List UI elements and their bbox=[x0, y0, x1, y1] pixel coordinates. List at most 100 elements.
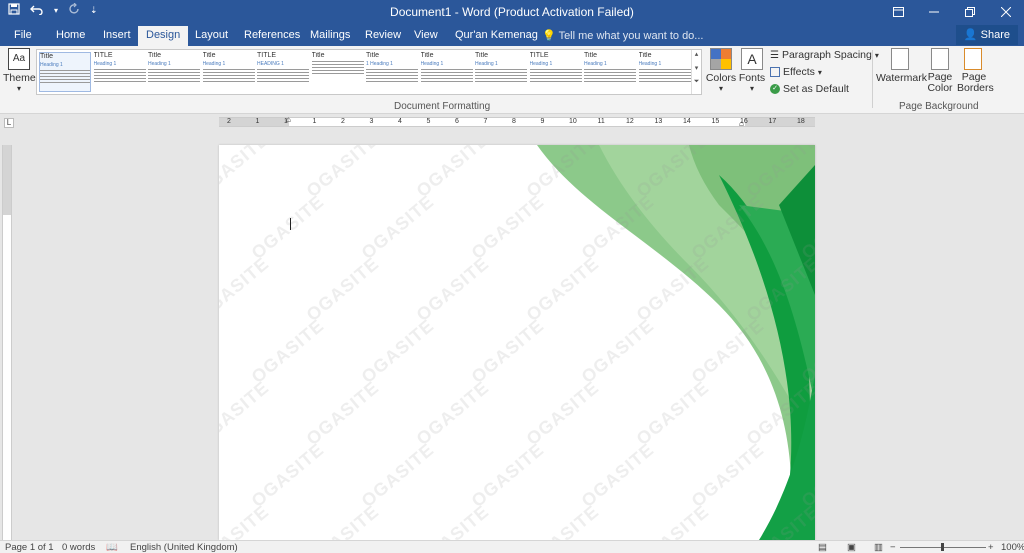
word-count[interactable]: 0 words bbox=[62, 542, 95, 553]
ruler-tick: 2 bbox=[227, 118, 231, 125]
tab-design[interactable]: Design bbox=[138, 26, 189, 46]
zoom-in-icon[interactable]: + bbox=[988, 542, 994, 553]
style-set-title: TITLE bbox=[93, 52, 113, 59]
style-set-item[interactable]: Title Heading 1 bbox=[420, 52, 473, 92]
page-color-button[interactable]: Page Color bbox=[924, 48, 956, 94]
ruler-tick: 10 bbox=[569, 118, 577, 125]
style-set-preview-lines bbox=[93, 69, 146, 82]
style-set-item[interactable]: TITLE Heading 1 bbox=[529, 52, 582, 92]
style-set-preview-lines bbox=[584, 69, 636, 82]
restore-icon[interactable] bbox=[952, 0, 988, 24]
status-bar: Page 1 of 1 0 words 📖 English (United Ki… bbox=[0, 540, 1024, 553]
ribbon-display-options-icon[interactable] bbox=[880, 0, 916, 24]
horizontal-ruler[interactable]: 2 1 1 1 2 3 4 5 6 7 8 9 10 11 12 13 14 15 16 17 18 ⌂ ⌂ bbox=[219, 116, 815, 128]
tab-mailings[interactable]: Mailings bbox=[302, 26, 358, 46]
scroll-up-icon[interactable]: ▴ bbox=[692, 50, 701, 64]
themes-icon: Aa bbox=[8, 48, 30, 70]
ribbon-tab-bar: File Home Insert Design Layout Reference… bbox=[0, 24, 1024, 46]
window-title: Document1 - Word (Product Activation Fai… bbox=[390, 5, 634, 19]
ruler-tick: 8 bbox=[512, 118, 516, 125]
tab-view[interactable]: View bbox=[406, 26, 446, 46]
style-set-item[interactable]: Title Heading 1 bbox=[39, 52, 91, 92]
chevron-down-icon: ▾ bbox=[718, 84, 723, 93]
ruler-tick: 14 bbox=[683, 118, 691, 125]
style-set-item[interactable]: TITLE HEADING 1 bbox=[257, 52, 309, 92]
page-color-icon bbox=[931, 48, 949, 70]
style-set-heading: Heading 1 bbox=[584, 61, 607, 67]
group-label-document-formatting: Document Formatting bbox=[394, 101, 491, 112]
ruler-tick: 4 bbox=[398, 118, 402, 125]
gallery-more-icon[interactable]: ⏷ bbox=[692, 78, 701, 92]
ruler-tick: 1 bbox=[255, 118, 260, 125]
scroll-down-icon[interactable]: ▾ bbox=[692, 64, 701, 78]
effects-button[interactable]: Effects ▾ bbox=[770, 66, 822, 78]
print-layout-icon[interactable]: ▣ bbox=[847, 542, 856, 553]
close-icon[interactable] bbox=[988, 0, 1024, 24]
tab-insert[interactable]: Insert bbox=[95, 26, 139, 46]
style-set-heading: Heading 1 bbox=[638, 61, 662, 67]
tab-selector[interactable]: L bbox=[4, 118, 14, 128]
style-set-heading: Heading 1 bbox=[475, 61, 498, 67]
share-button[interactable]: 👤 Share bbox=[955, 25, 1018, 45]
tab-home[interactable]: Home bbox=[48, 26, 93, 46]
style-set-item[interactable]: TITLE Heading 1 bbox=[93, 52, 146, 92]
ruler-top-margin bbox=[3, 145, 11, 215]
indent-marker-icon[interactable]: ⌂ bbox=[286, 116, 291, 124]
style-set-preview-lines bbox=[311, 61, 364, 74]
document-page[interactable]: OGASITE OGASITE OGASITE OGASITE OGASITE OGASI… bbox=[219, 145, 815, 540]
style-set-gallery[interactable]: Title Heading 1 TITLE Heading 1 Title Heading… bbox=[36, 49, 702, 95]
tab-file[interactable]: File bbox=[6, 26, 40, 46]
ruler-tick: 1 bbox=[312, 118, 317, 125]
themes-button[interactable]: Aa Themes ▾ bbox=[3, 48, 41, 93]
style-set-title: Title bbox=[584, 52, 597, 59]
proofing-icon[interactable]: 📖 bbox=[106, 542, 118, 553]
style-set-item[interactable]: Title Heading 1 bbox=[148, 52, 200, 92]
colors-icon bbox=[710, 48, 732, 70]
style-set-item[interactable]: Title Heading 1 bbox=[202, 52, 255, 92]
right-indent-marker-icon[interactable]: ⌂ bbox=[739, 120, 744, 128]
fonts-button[interactable]: A Fonts ▾ bbox=[738, 48, 766, 93]
ruler-tick: 2 bbox=[341, 118, 345, 125]
ruler-tick: 3 bbox=[369, 118, 374, 125]
effects-icon bbox=[770, 67, 780, 77]
read-mode-icon[interactable]: ▤ bbox=[818, 542, 827, 553]
person-icon: 👤 bbox=[963, 29, 978, 41]
page-count[interactable]: Page 1 of 1 bbox=[5, 542, 54, 553]
gallery-scroll[interactable]: ▴ ▾ ⏷ bbox=[691, 50, 701, 94]
watermark-button[interactable]: Watermark bbox=[876, 48, 927, 84]
style-set-preview-lines bbox=[148, 69, 200, 82]
group-label-page-background: Page Background bbox=[899, 101, 979, 112]
ruler-tick: 9 bbox=[540, 118, 545, 125]
minimize-icon[interactable] bbox=[916, 0, 952, 24]
vertical-ruler[interactable] bbox=[2, 145, 12, 540]
language-indicator[interactable]: English (United Kingdom) bbox=[130, 542, 238, 553]
zoom-level[interactable]: 100% bbox=[1001, 542, 1024, 553]
set-as-default-button[interactable]: ✓ Set as Default bbox=[770, 83, 849, 95]
page-borders-button[interactable]: Page Borders bbox=[957, 48, 994, 94]
style-set-item[interactable]: Title bbox=[311, 52, 364, 92]
style-set-heading: Heading 1 bbox=[40, 62, 63, 68]
paragraph-spacing-button[interactable]: ☰ Paragraph Spacing ▾ bbox=[770, 49, 879, 61]
tab-layout[interactable]: Layout bbox=[187, 26, 236, 46]
ruler-tick: 13 bbox=[654, 118, 663, 125]
style-set-item[interactable]: Title 1 Heading 1 bbox=[366, 52, 418, 92]
style-set-heading: Heading 1 bbox=[148, 61, 171, 67]
tab-review[interactable]: Review bbox=[357, 26, 409, 46]
zoom-slider-thumb[interactable] bbox=[941, 543, 944, 551]
chevron-down-icon: ▾ bbox=[749, 84, 754, 93]
fonts-label: Fonts bbox=[738, 72, 766, 84]
style-set-title: Title bbox=[420, 52, 434, 59]
style-set-item[interactable]: Title Heading 1 bbox=[584, 52, 636, 92]
paragraph-spacing-label: Paragraph Spacing bbox=[781, 49, 872, 61]
style-set-item[interactable]: Title Heading 1 bbox=[638, 52, 691, 92]
zoom-out-icon[interactable]: − bbox=[890, 542, 896, 553]
tell-me-box[interactable]: 💡 Tell me what you want to do... bbox=[542, 29, 703, 42]
paragraph-spacing-icon: ☰ bbox=[770, 49, 779, 61]
style-set-preview-lines bbox=[366, 69, 418, 82]
tab-references[interactable]: References bbox=[236, 26, 308, 46]
tab-quran-kemenag[interactable]: Qur'an Kemenag bbox=[447, 26, 546, 46]
web-layout-icon[interactable]: ▥ bbox=[874, 542, 883, 553]
style-set-preview-lines bbox=[257, 69, 309, 82]
style-set-item[interactable]: Title Heading 1 bbox=[475, 52, 527, 92]
colors-button[interactable]: Colors ▾ bbox=[705, 48, 737, 93]
